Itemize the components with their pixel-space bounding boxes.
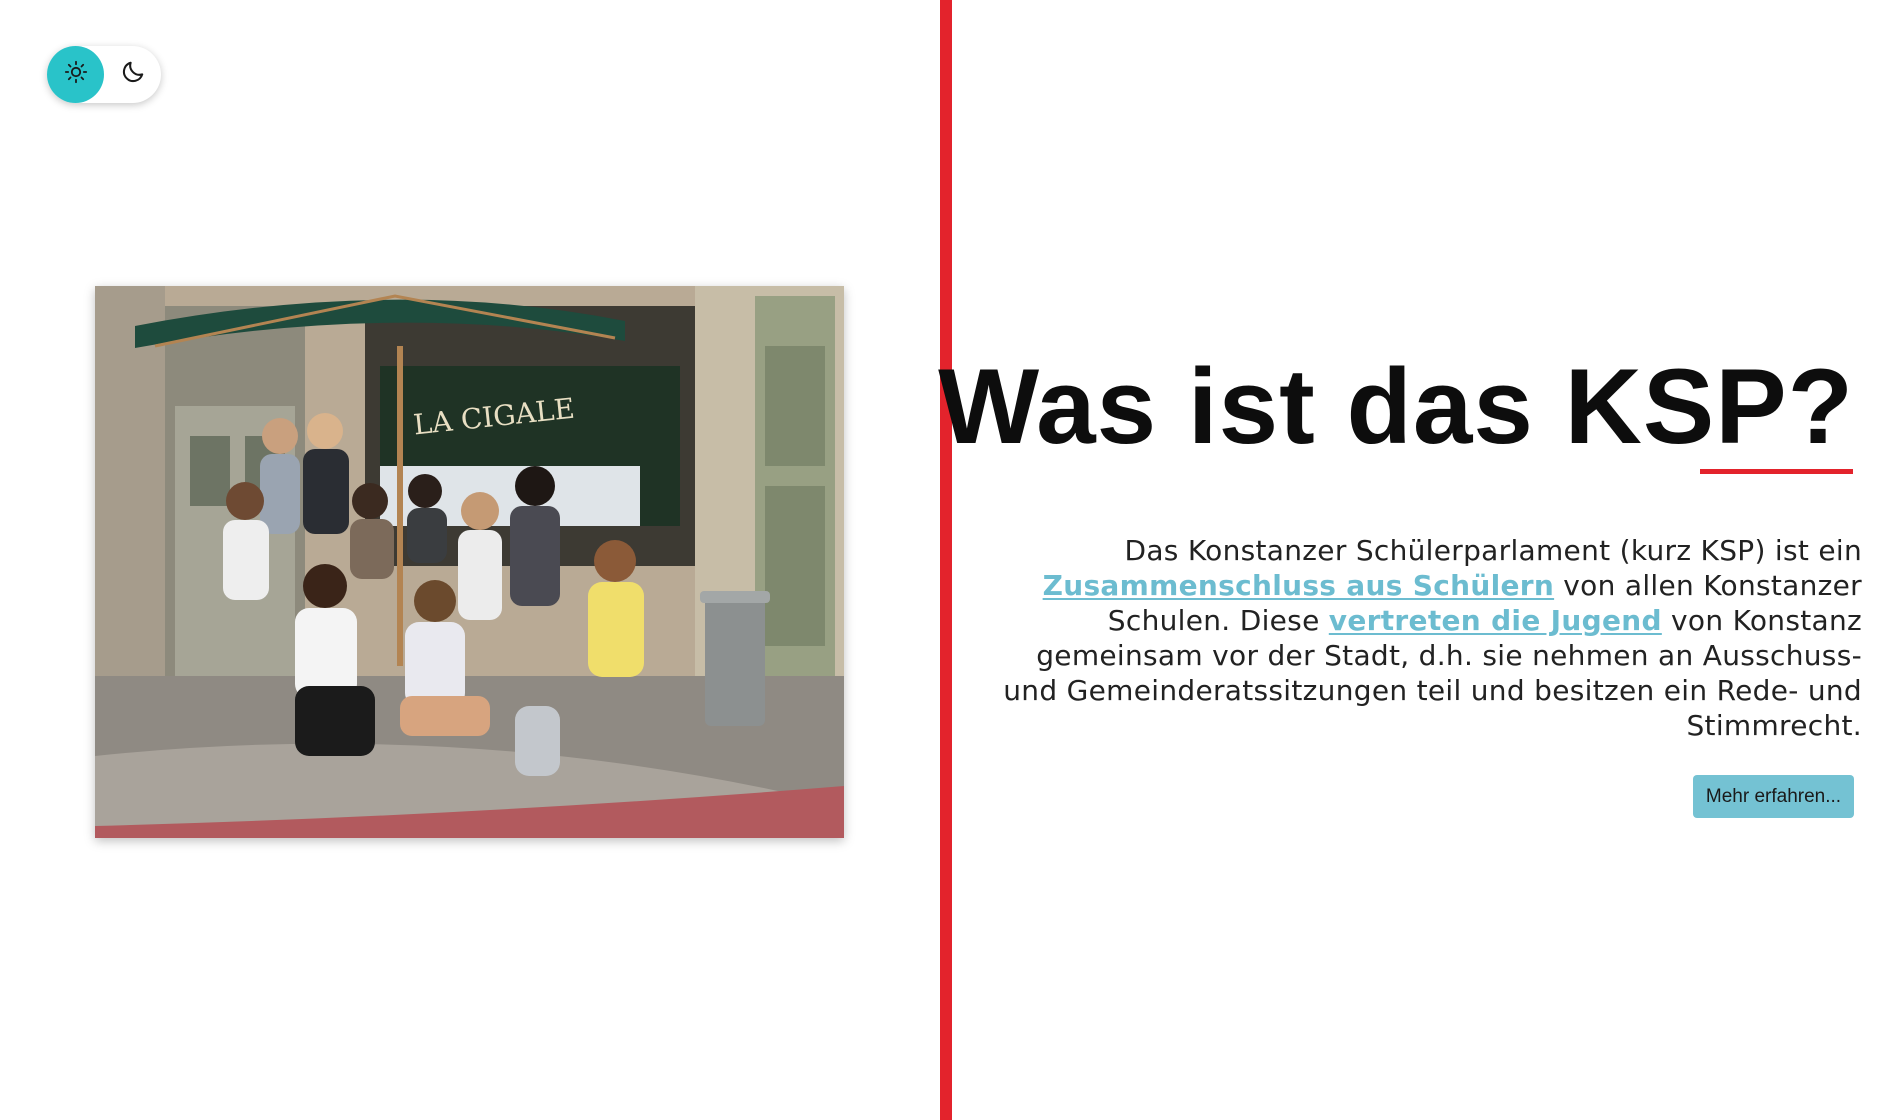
dark-mode-button[interactable]	[104, 46, 161, 103]
vertical-divider	[940, 0, 952, 1120]
description-text-1: Das Konstanzer Schülerparlament (kurz KS…	[1124, 534, 1862, 567]
light-mode-button[interactable]	[47, 46, 104, 103]
section-title: Was ist das KSP?	[938, 346, 1854, 466]
group-photo: LA CIGALE	[95, 286, 844, 838]
moon-icon	[120, 59, 146, 90]
title-underline	[1700, 469, 1853, 474]
theme-toggle[interactable]	[47, 46, 161, 103]
sun-icon	[64, 60, 88, 89]
section-description: Das Konstanzer Schülerparlament (kurz KS…	[982, 533, 1862, 743]
more-info-button[interactable]: Mehr erfahren...	[1693, 775, 1854, 818]
page: LA CIGALE Was ist das KSP? Das Konstanze…	[0, 0, 1886, 1120]
link-zusammenschluss[interactable]: Zusammenschluss aus Schülern	[1043, 569, 1554, 602]
link-vertreten-die-jugend[interactable]: vertreten die Jugend	[1329, 604, 1662, 637]
